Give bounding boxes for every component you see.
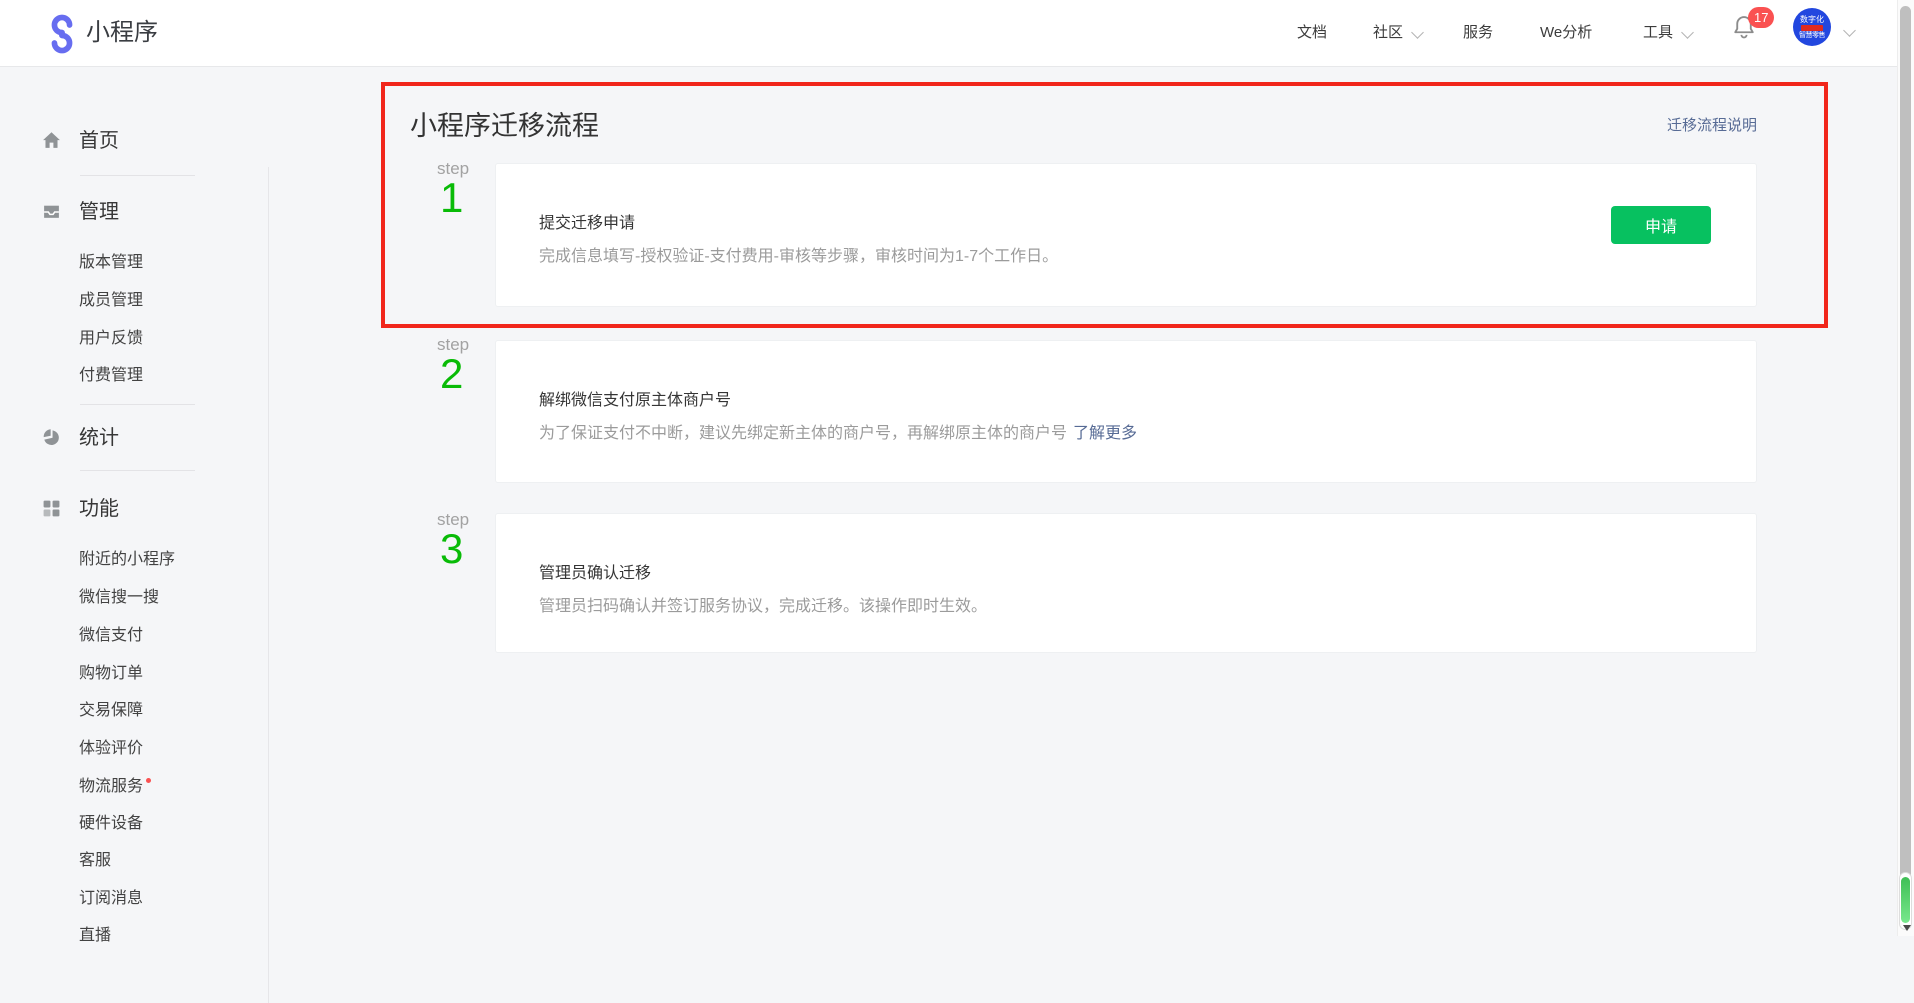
logo-text: 小程序 <box>86 0 158 66</box>
sidebar-item-experience-rating[interactable]: 体验评价 <box>79 739 143 759</box>
sidebar-item-features[interactable]: 功能 <box>0 496 269 522</box>
step-1-card: 提交迁移申请 完成信息填写-授权验证-支付费用-审核等步骤，审核时间为1-7个工… <box>495 163 1757 307</box>
sidebar-item-customer-service[interactable]: 客服 <box>79 851 111 871</box>
sidebar-item-shopping-orders[interactable]: 购物订单 <box>79 664 143 684</box>
page-title: 小程序迁移流程 <box>410 104 599 143</box>
scroll-down-arrow-icon <box>1903 925 1911 931</box>
nav-tools[interactable]: 工具 <box>1643 0 1673 66</box>
sidebar-item-transaction-guarantee[interactable]: 交易保障 <box>79 701 143 721</box>
sidebar-item-nearby-miniprograms[interactable]: 附近的小程序 <box>79 550 175 570</box>
step-2-card: 解绑微信支付原主体商户号 为了保证支付不中断，建议先绑定新主体的商户号，再解绑原… <box>495 340 1757 483</box>
step-1-title: 提交迁移申请 <box>539 209 635 233</box>
apply-button[interactable]: 申请 <box>1611 206 1711 244</box>
avatar-red-band <box>1801 25 1823 31</box>
pie-chart-icon <box>42 428 61 447</box>
step-2-desc: 为了保证支付不中断，建议先绑定新主体的商户号，再解绑原主体的商户号了解更多 <box>539 419 1137 443</box>
page-scrollbar-thumb[interactable] <box>1900 6 1911 881</box>
sidebar-item-hardware-devices[interactable]: 硬件设备 <box>79 814 143 834</box>
sidebar: 首页 管理 版本管理 成员管理 用户反馈 付费管理 统计 功能 附近的小程序 微… <box>0 67 269 936</box>
nav-docs[interactable]: 文档 <box>1297 0 1327 66</box>
migration-guide-link[interactable]: 迁移流程说明 <box>1667 114 1757 135</box>
account-avatar[interactable]: 数字化 智慧零售 <box>1793 8 1831 46</box>
miniprogram-logo-icon <box>45 14 79 54</box>
account-menu-chevron-icon[interactable] <box>1843 24 1856 37</box>
sidebar-item-manage[interactable]: 管理 <box>0 199 269 225</box>
nav-services[interactable]: 服务 <box>1463 0 1493 66</box>
avatar-text-line2: 智慧零售 <box>1799 32 1825 40</box>
sidebar-item-wechat-search[interactable]: 微信搜一搜 <box>79 588 159 608</box>
step-3-card: 管理员确认迁移 管理员扫码确认并签订服务协议，完成迁移。该操作即时生效。 <box>495 513 1757 653</box>
grid-icon <box>42 499 61 518</box>
step-2-title: 解绑微信支付原主体商户号 <box>539 386 731 410</box>
sidebar-item-statistics[interactable]: 统计 <box>0 425 269 451</box>
sidebar-divider-vertical <box>268 167 269 1003</box>
chevron-down-icon <box>1681 26 1694 39</box>
sidebar-item-logistics-service[interactable]: 物流服务 <box>79 777 151 797</box>
step-3-title: 管理员确认迁移 <box>539 559 651 583</box>
sidebar-divider <box>80 175 195 176</box>
step-1-desc: 完成信息填写-授权验证-支付费用-审核等步骤，审核时间为1-7个工作日。 <box>539 242 1058 266</box>
nav-community[interactable]: 社区 <box>1373 0 1403 66</box>
sidebar-item-member-manage[interactable]: 成员管理 <box>79 291 143 311</box>
sidebar-item-subscribe-messages[interactable]: 订阅消息 <box>79 889 143 909</box>
sidebar-divider <box>80 470 195 471</box>
step-3-desc: 管理员扫码确认并签订服务协议，完成迁移。该操作即时生效。 <box>539 592 987 616</box>
new-feature-dot <box>146 778 151 783</box>
top-header: 小程序 文档 社区 服务 We分析 工具 17 数字化 智慧零售 <box>0 0 1914 67</box>
sidebar-divider <box>80 404 195 405</box>
notification-count-badge: 17 <box>1748 7 1774 28</box>
sidebar-item-wechat-pay[interactable]: 微信支付 <box>79 626 143 646</box>
sidebar-item-version-manage[interactable]: 版本管理 <box>79 253 143 273</box>
scroll-down-widget[interactable] <box>1901 877 1910 923</box>
nav-we-analysis[interactable]: We分析 <box>1540 0 1592 66</box>
sidebar-item-live[interactable]: 直播 <box>79 926 111 946</box>
learn-more-link[interactable]: 了解更多 <box>1073 425 1137 442</box>
sidebar-item-home[interactable]: 首页 <box>0 128 269 154</box>
home-icon <box>42 131 61 150</box>
avatar-text-line1: 数字化 <box>1800 15 1824 24</box>
sidebar-item-payment-manage[interactable]: 付费管理 <box>79 366 143 386</box>
chevron-down-icon <box>1411 26 1424 39</box>
sidebar-item-user-feedback[interactable]: 用户反馈 <box>79 329 143 349</box>
archive-box-icon <box>42 202 61 221</box>
